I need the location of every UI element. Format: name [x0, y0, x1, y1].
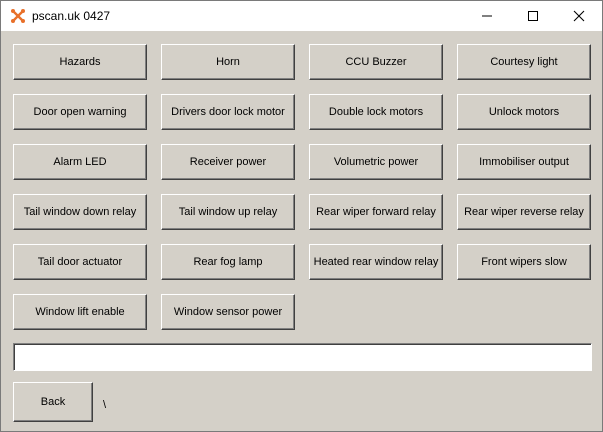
- app-window: pscan.uk 0427 Hazards Horn CCU Buzzer Co…: [0, 0, 603, 432]
- maximize-icon: [528, 11, 538, 21]
- tail-window-down-relay-button[interactable]: Tail window down relay: [13, 194, 147, 230]
- pscan-logo-icon: [11, 9, 25, 23]
- maximize-button[interactable]: [510, 1, 556, 31]
- volumetric-power-button[interactable]: Volumetric power: [309, 144, 443, 180]
- courtesy-light-button[interactable]: Courtesy light: [457, 44, 591, 80]
- window-title: pscan.uk 0427: [32, 9, 111, 23]
- minimize-icon: [482, 15, 492, 17]
- rear-wiper-reverse-relay-button[interactable]: Rear wiper reverse relay: [457, 194, 591, 230]
- tail-door-actuator-button[interactable]: Tail door actuator: [13, 244, 147, 280]
- immobiliser-output-button[interactable]: Immobiliser output: [457, 144, 591, 180]
- close-button[interactable]: [556, 1, 602, 31]
- receiver-power-button[interactable]: Receiver power: [161, 144, 295, 180]
- title-bar: pscan.uk 0427: [1, 1, 602, 31]
- window-sensor-power-button[interactable]: Window sensor power: [161, 294, 295, 330]
- tail-window-up-relay-button[interactable]: Tail window up relay: [161, 194, 295, 230]
- rear-fog-lamp-button[interactable]: Rear fog lamp: [161, 244, 295, 280]
- unlock-motors-button[interactable]: Unlock motors: [457, 94, 591, 130]
- drivers-door-lock-motor-button[interactable]: Drivers door lock motor: [161, 94, 295, 130]
- rear-wiper-forward-relay-button[interactable]: Rear wiper forward relay: [309, 194, 443, 230]
- door-open-warning-button[interactable]: Door open warning: [13, 94, 147, 130]
- minimize-button[interactable]: [464, 1, 510, 31]
- heated-rear-window-relay-button[interactable]: Heated rear window relay: [309, 244, 443, 280]
- alarm-led-button[interactable]: Alarm LED: [13, 144, 147, 180]
- status-text: \: [103, 399, 107, 411]
- close-icon: [573, 10, 585, 22]
- ccu-buzzer-button[interactable]: CCU Buzzer: [309, 44, 443, 80]
- double-lock-motors-button[interactable]: Double lock motors: [309, 94, 443, 130]
- horn-button[interactable]: Horn: [161, 44, 295, 80]
- hazards-button[interactable]: Hazards: [13, 44, 147, 80]
- back-button[interactable]: Back: [13, 382, 93, 422]
- front-wipers-slow-button[interactable]: Front wipers slow: [457, 244, 591, 280]
- window-lift-enable-button[interactable]: Window lift enable: [13, 294, 147, 330]
- command-input[interactable]: [13, 343, 592, 371]
